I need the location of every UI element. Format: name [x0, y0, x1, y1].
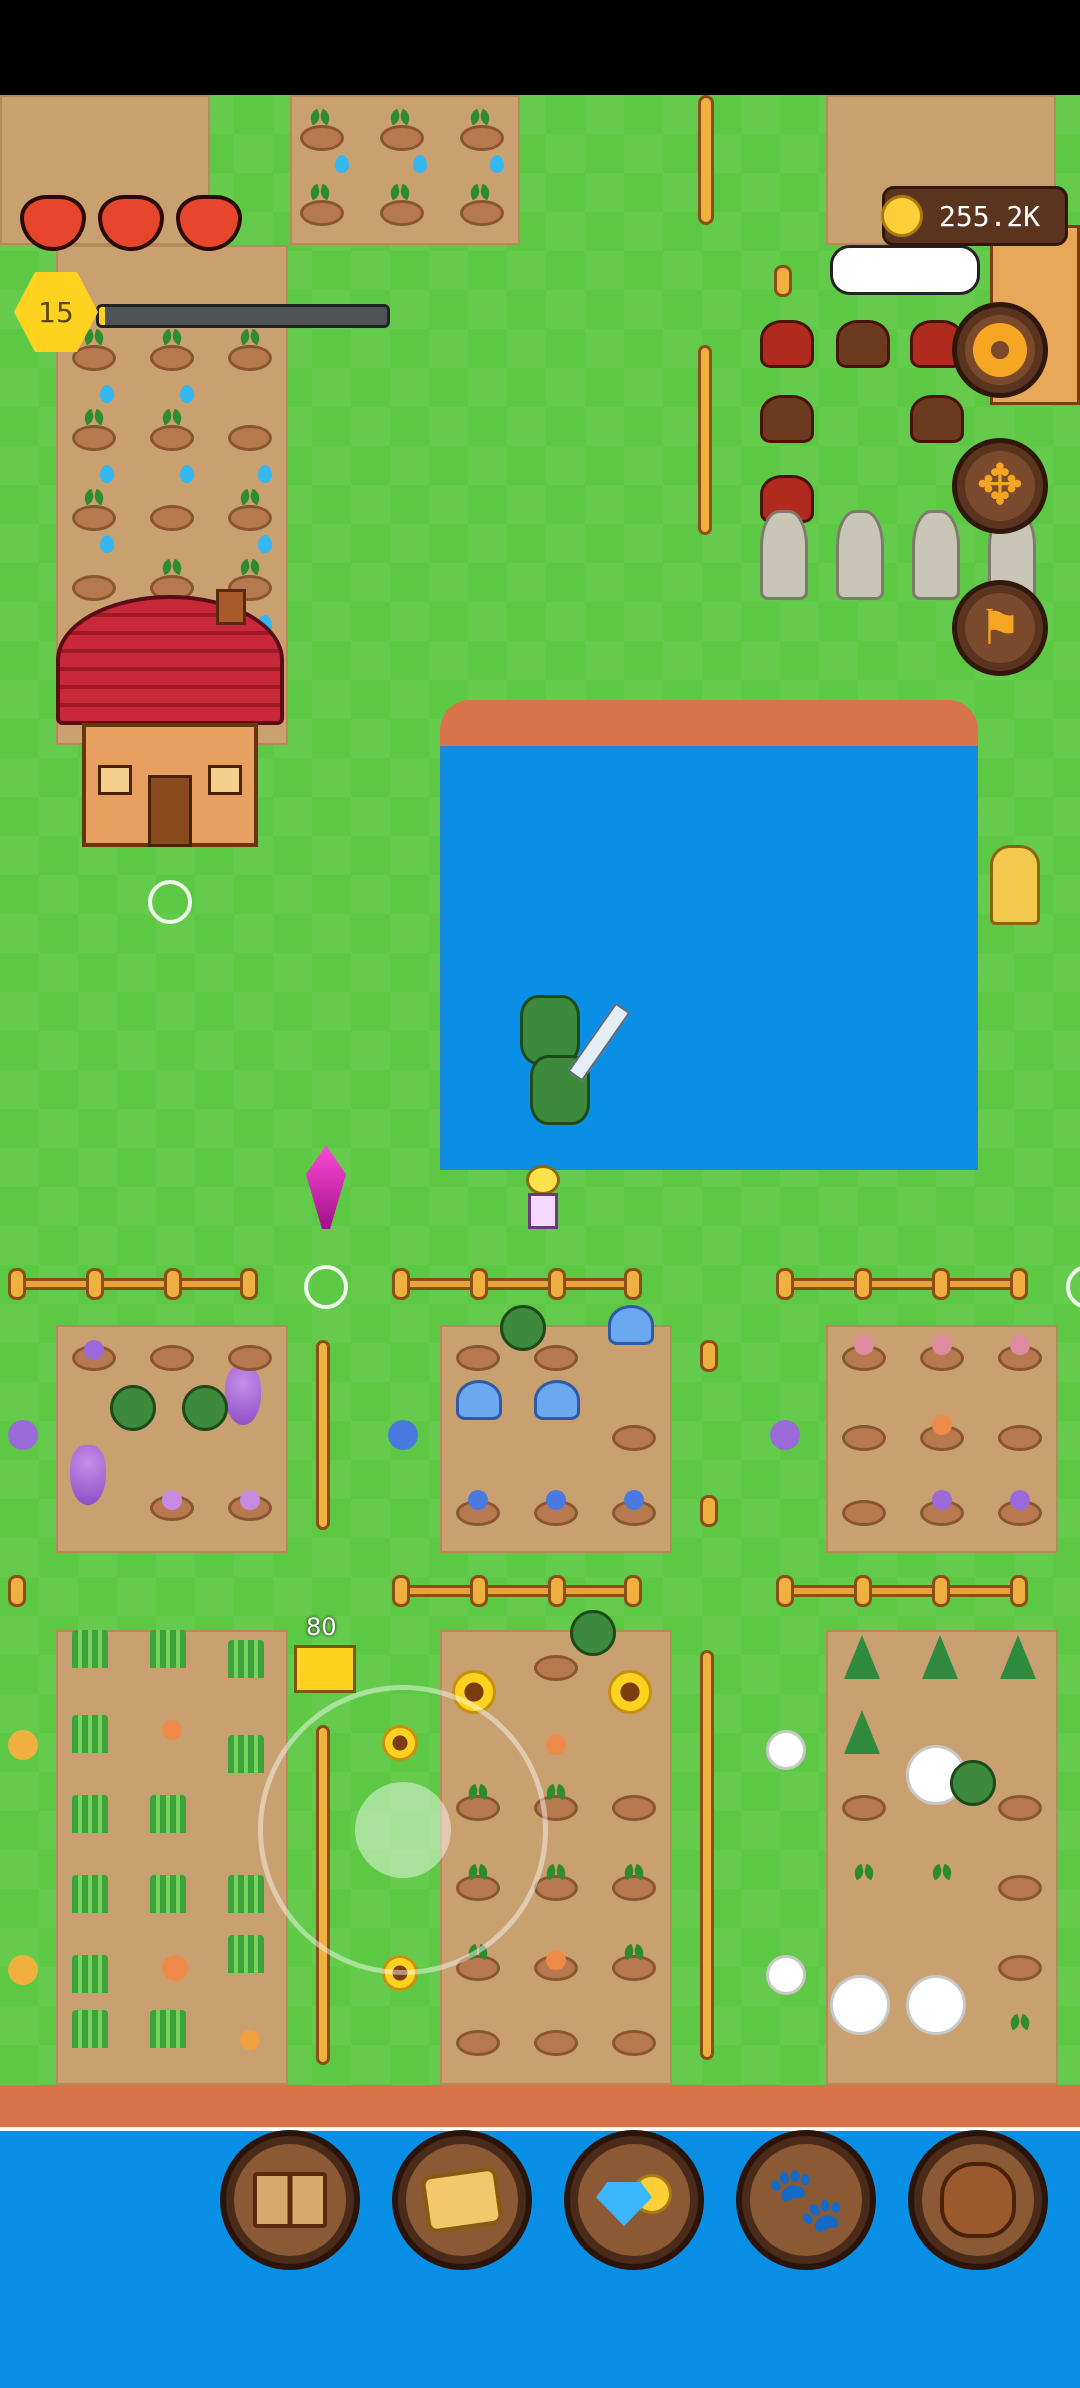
virtual-joystick[interactable]: [258, 1685, 548, 1975]
lilac-flower[interactable]: [225, 1365, 261, 1425]
mushroom-brown[interactable]: [836, 320, 890, 368]
mushroom-brown[interactable]: [760, 395, 814, 443]
house-door[interactable]: [148, 775, 192, 847]
goblin-enemy[interactable]: [950, 1760, 996, 1806]
xp-bar: [96, 304, 390, 328]
bluebell-flower[interactable]: [456, 1380, 502, 1420]
farmhouse[interactable]: [56, 589, 284, 855]
cotton-plant[interactable]: [766, 1730, 806, 1770]
leather-bag-icon: [940, 2162, 1016, 2238]
cotton-plant[interactable]: [766, 1955, 806, 1995]
cotton-plant[interactable]: [906, 1975, 966, 2035]
scroll-map-icon: [420, 2165, 504, 2235]
pets-button[interactable]: 🐾: [736, 2130, 876, 2270]
coin-icon: [881, 195, 923, 237]
flag-icon: ⚑: [978, 600, 1022, 656]
stone-statue[interactable]: [836, 510, 884, 600]
player-character[interactable]: [520, 1165, 566, 1235]
mushroom-brown[interactable]: [910, 395, 964, 443]
wooden-post: [698, 95, 714, 225]
house-window: [208, 765, 242, 795]
gear-icon: [973, 323, 1027, 377]
pylon-counter: 80: [306, 1613, 337, 1641]
coin-counter[interactable]: 255.2K: [881, 186, 1068, 246]
pond-bank: [440, 700, 978, 750]
house-roof: [56, 595, 284, 725]
game-scene[interactable]: 80: [0, 95, 1080, 2388]
map-button[interactable]: [392, 2130, 532, 2270]
lilac-flower[interactable]: [70, 1445, 106, 1505]
move-arrows-icon: ✥: [976, 453, 1024, 518]
heart-icon: [176, 195, 242, 251]
bluebell-flower[interactable]: [534, 1380, 580, 1420]
joystick-thumb[interactable]: [355, 1782, 451, 1878]
status-bar: [0, 0, 1080, 95]
flag-button[interactable]: ⚑: [952, 580, 1048, 676]
inventory-button[interactable]: [908, 2130, 1048, 2270]
journal-button[interactable]: [220, 2130, 360, 2270]
pond-water: [440, 746, 978, 1170]
xp-bar-fill: [99, 307, 105, 325]
heart-icon: [98, 195, 164, 251]
river-bank: [0, 2085, 1080, 2131]
cow[interactable]: [830, 245, 980, 295]
book-icon: [253, 2172, 327, 2228]
scarecrow[interactable]: [990, 845, 1040, 925]
crystal-icon[interactable]: [306, 1145, 346, 1229]
cotton-plant[interactable]: [830, 1975, 890, 2035]
goblin-enemy[interactable]: [182, 1385, 228, 1431]
move-button[interactable]: ✥: [952, 438, 1048, 534]
goblin-enemy[interactable]: [500, 1305, 546, 1351]
spawn-marker[interactable]: [304, 1265, 348, 1309]
mushroom-red[interactable]: [760, 320, 814, 368]
pond[interactable]: [440, 700, 978, 1170]
sunflower[interactable]: [608, 1670, 652, 1714]
stone-statue[interactable]: [760, 510, 808, 600]
heart-icon: [20, 195, 86, 251]
spawn-marker[interactable]: [1066, 1265, 1080, 1309]
gem-coin-icon: [594, 2170, 674, 2230]
golden-pylon[interactable]: [294, 1645, 356, 1693]
stone-statue[interactable]: [912, 510, 960, 600]
bluebell-flower[interactable]: [608, 1305, 654, 1345]
level-number: 15: [38, 295, 74, 329]
house-window: [98, 765, 132, 795]
paw-icon: 🐾: [766, 2163, 846, 2237]
shop-button[interactable]: [564, 2130, 704, 2270]
goblin-enemy[interactable]: [570, 1610, 616, 1656]
goblin-enemy[interactable]: [110, 1385, 156, 1431]
coin-amount: 255.2K: [939, 199, 1041, 233]
health-hearts: [20, 195, 250, 255]
spawn-marker[interactable]: [148, 880, 192, 924]
house-chimney: [216, 589, 246, 625]
settings-button[interactable]: [952, 302, 1048, 398]
